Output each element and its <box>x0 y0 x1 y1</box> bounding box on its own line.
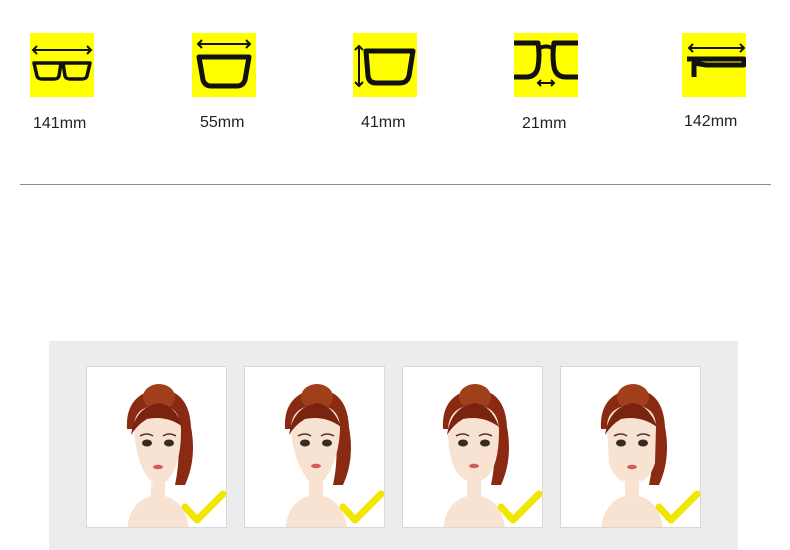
face-card-oval <box>86 366 227 528</box>
temple-length-icon <box>682 33 746 97</box>
bridge-width-value: 21mm <box>522 115 567 132</box>
check-icon <box>339 490 384 524</box>
bridge-width-icon <box>514 33 578 97</box>
temple-length-value: 142mm <box>684 113 738 130</box>
lens-width-icon <box>192 33 256 97</box>
lens-width-value: 55mm <box>200 114 245 131</box>
check-icon <box>655 490 700 524</box>
check-icon <box>497 490 542 524</box>
lens-height-icon <box>353 33 417 97</box>
section-divider <box>20 184 771 185</box>
lens-height-value: 41mm <box>361 114 406 131</box>
face-card-square <box>560 366 701 528</box>
face-card-round <box>402 366 543 528</box>
check-icon <box>181 490 226 524</box>
frame-width-value: 141mm <box>33 115 87 132</box>
frame-width-icon <box>30 33 94 97</box>
face-card-heart <box>244 366 385 528</box>
